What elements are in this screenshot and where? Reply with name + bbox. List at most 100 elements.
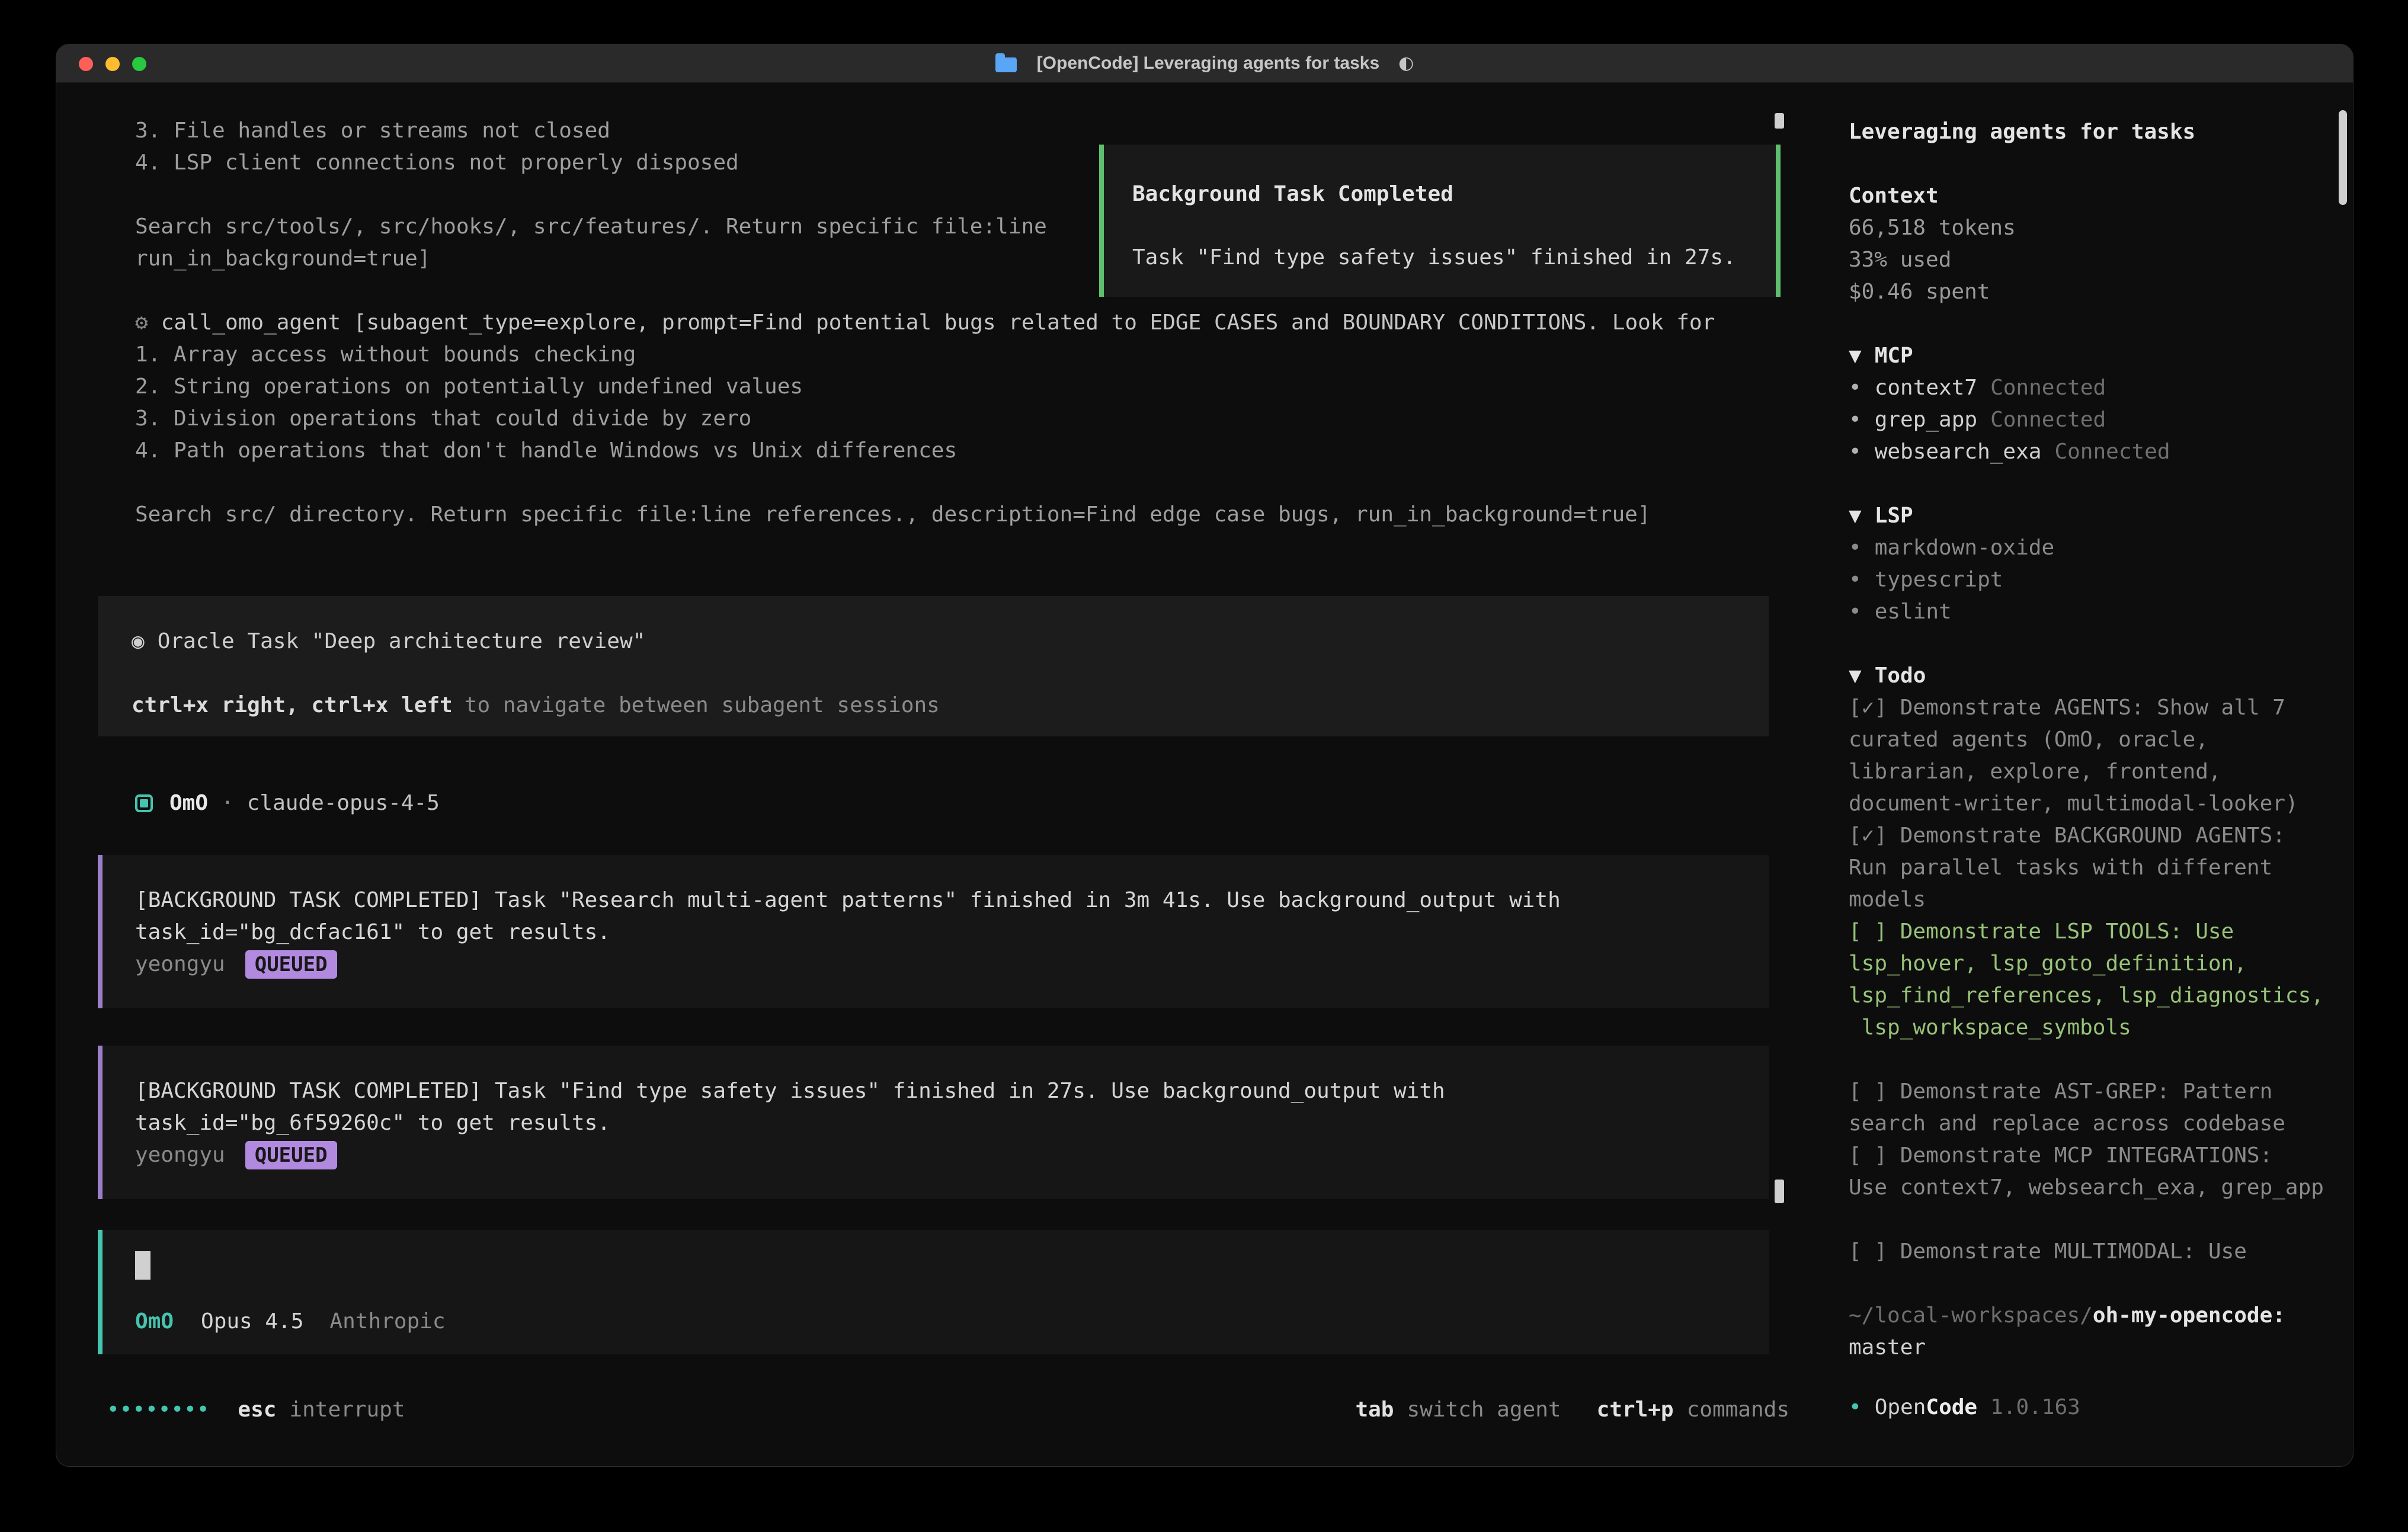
agent-omo-icon <box>135 794 153 812</box>
workspace-branch: master <box>1849 1332 2329 1364</box>
scrollbar-thumb[interactable] <box>1775 113 1784 129</box>
todo-item-line: librarian, explore, frontend, <box>1849 756 2329 788</box>
tab-key-label: switch agent <box>1407 1394 1561 1426</box>
mcp-item-name: context7 <box>1875 376 1977 400</box>
bullet-icon: • <box>1849 408 1862 432</box>
titlebar: [OpenCode] Leveraging agents for tasks ◐ <box>56 44 2353 83</box>
todo-item-line: [✓] Demonstrate AGENTS: Show all 7 <box>1849 692 2329 724</box>
toast-body: Task "Find type safety issues" finished … <box>1132 242 1747 274</box>
background-task-toast[interactable]: Background Task Completed Task "Find typ… <box>1099 145 1781 297</box>
oracle-task-panel[interactable]: ◉Oracle Task "Deep architecture review" … <box>98 596 1769 736</box>
window-title: [OpenCode] Leveraging agents for tasks ◐ <box>995 55 1414 72</box>
todo-item-line: Run parallel tasks with different <box>1849 852 2329 884</box>
chat-message[interactable]: [BACKGROUND TASK COMPLETED] Task "Find t… <box>98 1046 1769 1199</box>
lsp-item-name: typescript <box>1875 568 2003 592</box>
lsp-item-name: eslint <box>1875 600 1952 624</box>
zoom-window-button[interactable] <box>132 57 146 71</box>
ctrl-p-key-hint: ctrl+p <box>1597 1394 1674 1426</box>
mcp-section-header[interactable]: ▼MCP <box>1849 340 2329 372</box>
tool-call-prompt-line: 4. Path operations that don't handle Win… <box>56 435 1798 467</box>
oracle-blank-line <box>132 658 1769 690</box>
session-state-icon: ◐ <box>1398 55 1414 72</box>
queued-status-badge: QUEUED <box>245 950 337 979</box>
lsp-item: •typescript <box>1849 564 2329 596</box>
bullet-icon: • <box>1849 536 1862 560</box>
terminal-blank-line <box>56 467 1798 499</box>
chevron-down-icon: ▼ <box>1849 344 1862 368</box>
todo-section-header[interactable]: ▼ Todo <box>1849 660 2329 692</box>
lsp-item-name: markdown-oxide <box>1875 536 2054 560</box>
close-window-button[interactable] <box>79 57 93 71</box>
terminal-window: [OpenCode] Leveraging agents for tasks◐ … <box>56 44 2353 1466</box>
todo-item-line: search and replace across codebase <box>1849 1108 2329 1140</box>
toast-title: Background Task Completed <box>1132 178 1747 210</box>
lsp-item: • markdown-oxide <box>1849 532 2329 564</box>
app-version-footer: •OpenCode1.0.163 <box>1849 1392 2080 1424</box>
input-spacer <box>135 1280 1769 1306</box>
bullet-icon: • <box>1849 440 1862 464</box>
window-title-text: [OpenCode] Leveraging agents for tasks <box>1037 55 1379 72</box>
workspace-path: ~/local-workspaces/oh-my-opencode: <box>1849 1300 2329 1332</box>
tool-call-line: ⚙call_omo_agent [subagent_type=explore, … <box>56 307 1798 339</box>
todo-item-line: [✓] Demonstrate BACKGROUND AGENTS: <box>1849 820 2329 852</box>
todo-header-label: Todo <box>1875 664 1926 688</box>
tab-key-hint: tab <box>1355 1394 1394 1426</box>
app-name-open: Open <box>1875 1395 1926 1419</box>
esc-key-hint: esc <box>238 1394 276 1426</box>
agent-model: claude-opus-4-5 <box>247 787 440 819</box>
oracle-task-icon: ◉ <box>132 629 145 653</box>
sidebar-blank-line <box>1849 628 2329 660</box>
scrollbar-thumb[interactable] <box>1775 1180 1784 1203</box>
chevron-down-icon: ▼ <box>1849 664 1862 688</box>
context-section-header: Context <box>1849 180 2329 212</box>
traffic-lights <box>79 57 146 71</box>
todo-item-line: [ ] Demonstrate MULTIMODAL: Use <box>1849 1236 2329 1268</box>
oracle-task-title: Oracle Task "Deep architecture review" <box>158 629 646 653</box>
mcp-item: •websearch_exaConnected <box>1849 436 2329 468</box>
lsp-section-header[interactable]: ▼LSP <box>1849 500 2329 532</box>
folder-icon <box>995 57 1017 72</box>
message-author: yeongyu <box>135 948 225 980</box>
oracle-hint-text: to navigate between subagent sessions <box>465 693 940 717</box>
mcp-item: •grep_appConnected <box>1849 404 2329 436</box>
input-agent-label[interactable]: OmO <box>135 1306 174 1338</box>
bullet-icon: • <box>1849 376 1862 400</box>
chat-main-area: 3. File handles or streams not closed 4.… <box>56 83 1798 1466</box>
context-used: 33% used <box>1849 244 2329 276</box>
input-model-label[interactable]: Opus 4.5 <box>201 1306 303 1338</box>
agent-name: OmO <box>169 787 208 819</box>
message-text-line: task_id="bg_6f59260c" to get results. <box>135 1107 1769 1139</box>
tool-call-prompt-line: 1. Array access without bounds checking <box>56 339 1798 371</box>
sidebar-blank-line <box>1849 1268 2329 1300</box>
scrollbar-thumb[interactable] <box>2339 110 2347 205</box>
spinner-dots-icon: •••••••• <box>107 1394 209 1426</box>
context-spent: $0.46 spent <box>1849 276 2329 308</box>
bullet-icon: • <box>1849 1395 1862 1419</box>
agent-header: OmO · claude-opus-4-5 <box>135 787 1798 819</box>
ctrl-p-key-label: commands <box>1687 1394 1789 1426</box>
input-meta-row: OmOOpus 4.5Anthropic <box>135 1306 1769 1338</box>
terminal-line: 3. File handles or streams not closed <box>56 115 1798 147</box>
oracle-hint-row: ctrl+x right, ctrl+x leftto navigate bet… <box>132 690 1769 722</box>
tool-call-prompt-line: 3. Division operations that could divide… <box>56 403 1798 435</box>
mcp-item-name: grep_app <box>1875 408 1977 432</box>
app-name-code: Code <box>1926 1395 1977 1419</box>
chat-message[interactable]: [BACKGROUND TASK COMPLETED] Task "Resear… <box>98 855 1769 1008</box>
todo-item-line: lsp_find_references, lsp_diagnostics, <box>1849 980 2329 1012</box>
prompt-input[interactable]: OmOOpus 4.5Anthropic <box>98 1230 1769 1354</box>
text-cursor <box>135 1251 150 1280</box>
esc-key-label: interrupt <box>289 1394 405 1426</box>
minimize-window-button[interactable] <box>105 57 120 71</box>
statusbar: •••••••• esc interrupt tab switch agent ctrl… <box>107 1394 1789 1426</box>
tool-call-text: call_omo_agent [subagent_type=explore, p… <box>161 310 1715 335</box>
content-area: 3. File handles or streams not closed 4.… <box>56 83 2353 1466</box>
bullet-icon: • <box>1849 600 1862 624</box>
sidebar-blank-line <box>1849 148 2329 180</box>
mcp-item: •context7Connected <box>1849 372 2329 404</box>
message-meta-row: yeongyu QUEUED <box>135 948 1769 980</box>
todo-item-line: models <box>1849 884 2329 916</box>
lsp-header-label: LSP <box>1875 504 1913 528</box>
toast-spacer <box>1132 210 1747 242</box>
session-title: Leveraging agents for tasks <box>1849 116 2329 148</box>
agent-separator: · <box>221 787 234 819</box>
